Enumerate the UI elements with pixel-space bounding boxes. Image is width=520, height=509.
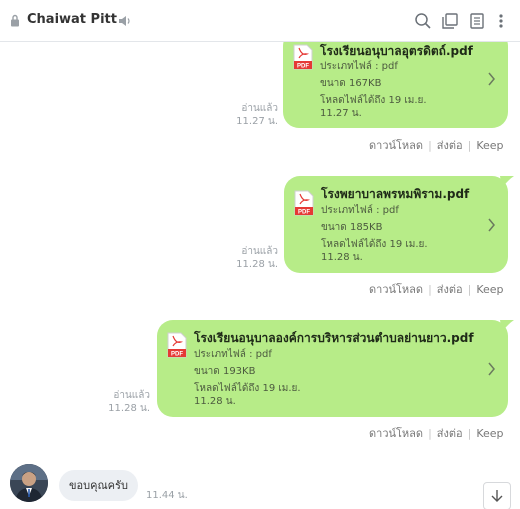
pdf-icon: PDF [167, 332, 187, 358]
file-expiry: โหลดไฟล์ได้ถึง 19 เม.ย. [321, 239, 428, 250]
file-expiry: โหลดไฟล์ได้ถึง 19 เม.ย. [194, 383, 301, 394]
keep-button[interactable]: Keep [476, 427, 503, 440]
svg-text:PDF: PDF [298, 210, 310, 216]
arrow-down-icon [491, 490, 503, 502]
file-message[interactable]: PDF โรงเรียนอนุบาลอุตรดิตถ์.pdf ประเภทไฟ… [283, 42, 508, 128]
message-actions: ดาวน์โหลด | ส่งต่อ | Keep [369, 427, 504, 440]
message-actions: ดาวน์โหลด | ส่งต่อ | Keep [369, 139, 504, 152]
download-button[interactable]: ดาวน์โหลด [369, 283, 423, 296]
keep-button[interactable]: Keep [476, 283, 503, 296]
file-expiry-time: 11.28 น. [321, 252, 363, 263]
file-message[interactable]: PDF โรงเรียนอนุบาลองค์การบริหารส่วนตำบลย… [157, 320, 514, 417]
speaker-icon[interactable] [117, 14, 131, 28]
forward-button[interactable]: ส่งต่อ [437, 283, 463, 296]
received-time: 11.44 น. [146, 490, 188, 501]
file-size: ขนาด 193KB [194, 366, 256, 377]
avatar[interactable] [10, 464, 48, 502]
keep-button[interactable]: Keep [476, 139, 503, 152]
file-expiry-time: 11.28 น. [194, 396, 236, 407]
file-expiry: โหลดไฟล์ได้ถึง 19 เม.ย. [320, 95, 427, 106]
svg-text:PDF: PDF [297, 64, 309, 70]
avatar-image [10, 464, 48, 502]
file-size: ขนาด 185KB [321, 222, 383, 233]
download-button[interactable]: ดาวน์โหลด [369, 139, 423, 152]
notes-icon[interactable] [468, 12, 486, 30]
chevron-right-icon[interactable] [487, 218, 496, 232]
lock-icon [11, 14, 19, 27]
download-button[interactable]: ดาวน์โหลด [369, 427, 423, 440]
chat-title: Chaiwat Pitt [27, 12, 117, 27]
chevron-right-icon[interactable] [487, 362, 496, 376]
read-status: อ่านแล้ว 11.28 น. [236, 246, 278, 270]
pdf-icon: PDF [294, 190, 314, 216]
file-type: ประเภทไฟล์ : pdf [194, 349, 272, 360]
search-icon[interactable] [414, 12, 432, 30]
svg-text:PDF: PDF [171, 352, 183, 358]
copy-icon[interactable] [441, 12, 459, 30]
message-actions: ดาวน์โหลด | ส่งต่อ | Keep [369, 283, 504, 296]
chevron-right-icon[interactable] [487, 72, 496, 86]
file-name: โรงพยาบาลพรหมพิราม.pdf [321, 187, 470, 201]
menu-icon[interactable] [494, 12, 508, 30]
forward-button[interactable]: ส่งต่อ [437, 139, 463, 152]
scroll-to-bottom-button[interactable] [483, 482, 511, 509]
file-type: ประเภทไฟล์ : pdf [321, 205, 399, 216]
file-type: ประเภทไฟล์ : pdf [320, 61, 398, 72]
received-message[interactable]: ขอบคุณครับ [59, 470, 138, 501]
file-size: ขนาด 167KB [320, 78, 382, 89]
chat-header: Chaiwat Pitt [0, 0, 520, 42]
chat-area: PDF โรงเรียนอนุบาลอุตรดิตถ์.pdf ประเภทไฟ… [0, 42, 520, 509]
file-name: โรงเรียนอนุบาลองค์การบริหารส่วนตำบลย่านย… [194, 331, 474, 345]
forward-button[interactable]: ส่งต่อ [437, 427, 463, 440]
pdf-icon: PDF [293, 44, 313, 70]
read-status: อ่านแล้ว 11.27 น. [236, 103, 278, 127]
file-message[interactable]: PDF โรงพยาบาลพรหมพิราม.pdf ประเภทไฟล์ : … [284, 176, 514, 273]
read-status: อ่านแล้ว 11.28 น. [108, 390, 150, 414]
file-name: โรงเรียนอนุบาลอุตรดิตถ์.pdf [320, 44, 473, 58]
file-expiry-time: 11.27 น. [320, 108, 362, 119]
